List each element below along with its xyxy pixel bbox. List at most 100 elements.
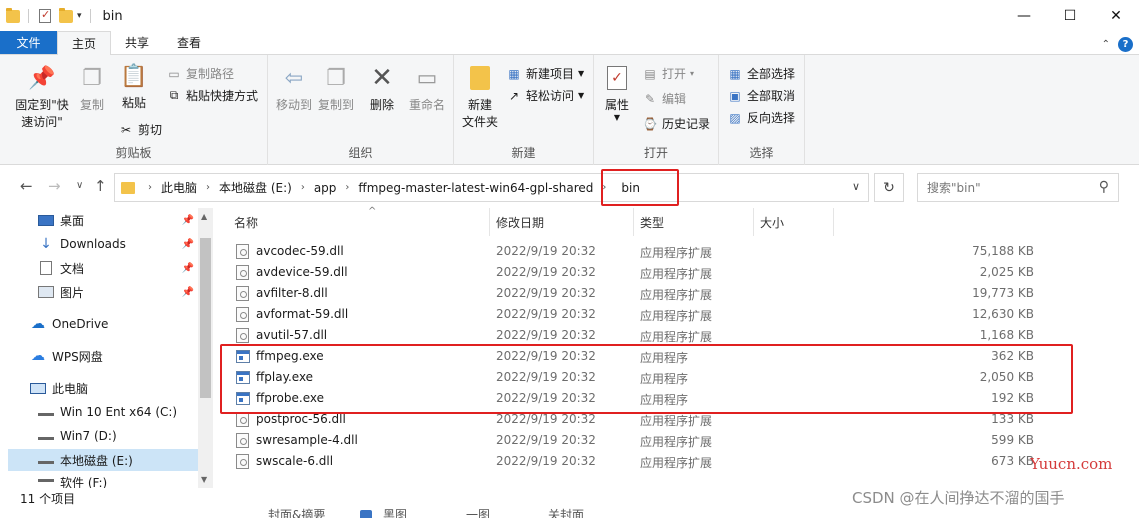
nav-item-drive-d[interactable]: Win7 (D:) xyxy=(0,425,198,447)
up-arrow-icon[interactable]: ↑ xyxy=(94,177,107,195)
open-label: 打开 xyxy=(662,67,687,81)
scroll-down-icon[interactable]: ▼ xyxy=(201,475,207,484)
copy-button[interactable]: ❐ 复制 xyxy=(76,63,108,114)
column-header-date[interactable]: 修改日期 xyxy=(490,208,634,236)
delete-label: 删除 xyxy=(369,98,394,112)
chevron-down-icon[interactable]: ▾ xyxy=(77,11,82,21)
properties-icon[interactable] xyxy=(39,8,51,23)
file-date: 2022/9/19 20:32 xyxy=(496,265,596,279)
cut-button[interactable]: ✂ 剪切 xyxy=(118,121,162,138)
forward-arrow-icon[interactable]: → xyxy=(48,177,61,195)
nav-item-label: 文档 xyxy=(60,261,85,276)
nav-item-desktop[interactable]: 桌面 📌 xyxy=(0,209,198,231)
tab-file[interactable]: 文件 xyxy=(0,31,57,54)
open-group-label: 打开 xyxy=(643,146,668,160)
file-name: avutil-57.dll xyxy=(256,328,328,342)
file-row[interactable]: avdevice-59.dll 2022/9/19 20:32 应用程序扩展 2,02… xyxy=(234,262,1074,283)
file-row[interactable]: swscale-6.dll 2022/9/19 20:32 应用程序扩展 673 KB xyxy=(234,451,1074,472)
minimize-button[interactable]: — xyxy=(1001,0,1047,32)
nav-item-downloads[interactable]: ↓ Downloads 📌 xyxy=(0,233,198,255)
select-none-button[interactable]: ▣ 全部取消 xyxy=(727,87,795,104)
file-date: 2022/9/19 20:32 xyxy=(496,412,596,426)
maximize-button[interactable]: ☐ xyxy=(1047,0,1093,32)
search-input[interactable]: 搜索"bin" ⚲ xyxy=(917,173,1119,202)
select-group-label: 选择 xyxy=(749,146,774,160)
new-folder-button[interactable]: 新建 文件夹 xyxy=(460,63,500,131)
nav-item-label: WPS网盘 xyxy=(52,349,103,364)
nav-item-label: Downloads xyxy=(60,237,126,251)
open-button[interactable]: ▤ 打开 ▾ xyxy=(642,65,694,82)
file-size: 75,188 KB xyxy=(972,244,1034,258)
tab-home[interactable]: 主页 xyxy=(57,31,112,55)
nav-scrollbar[interactable]: ▲ ▼ xyxy=(198,208,213,488)
tab-view[interactable]: 查看 xyxy=(163,31,215,54)
pin-quick-access-button[interactable]: 📌 固定到"快速访问" xyxy=(12,63,72,131)
chevron-down-icon: ▾ xyxy=(690,69,695,78)
nav-item-drive-c[interactable]: Win 10 Ent x64 (C:) xyxy=(0,401,198,423)
cloud-icon: ☁ xyxy=(31,316,45,332)
close-button[interactable]: ✕ xyxy=(1093,0,1139,32)
file-type: 应用程序扩展 xyxy=(640,288,713,302)
breadcrumb-ffmpeg[interactable]: ffmpeg-master-latest-win64-gpl-shared xyxy=(354,181,597,195)
back-arrow-icon[interactable]: ← xyxy=(20,177,33,195)
breadcrumb-this-pc[interactable]: 此电脑 xyxy=(157,179,201,196)
paste-shortcut-button[interactable]: ⧉ 粘贴快捷方式 xyxy=(166,87,258,104)
scroll-up-icon[interactable]: ▲ xyxy=(201,212,207,221)
refresh-button[interactable]: ↻ xyxy=(874,173,904,202)
file-name: avdevice-59.dll xyxy=(256,265,348,279)
column-header-type[interactable]: 类型 xyxy=(634,208,754,236)
nav-item-drive-e[interactable]: 本地磁盘 (E:) xyxy=(8,449,198,471)
file-row[interactable]: avcodec-59.dll 2022/9/19 20:32 应用程序扩展 75,18… xyxy=(234,241,1074,262)
tab-share[interactable]: 共享 xyxy=(111,31,163,54)
window-title: bin xyxy=(102,8,123,24)
breadcrumb-app[interactable]: app xyxy=(310,181,341,195)
file-row[interactable]: avutil-57.dll 2022/9/19 20:32 应用程序扩展 1,168 … xyxy=(234,325,1074,346)
file-row[interactable]: avformat-59.dll 2022/9/19 20:32 应用程序扩展 12,6… xyxy=(234,304,1074,325)
invert-selection-button[interactable]: ▨ 反向选择 xyxy=(727,109,795,126)
chevron-up-icon[interactable]: ⌃ xyxy=(1102,39,1110,50)
nav-item-label: 此电脑 xyxy=(52,381,89,396)
file-date: 2022/9/19 20:32 xyxy=(496,307,596,321)
help-icon[interactable]: ? xyxy=(1118,37,1133,52)
recent-chevron-icon[interactable]: ∨ xyxy=(76,180,83,191)
easy-access-button[interactable]: ↗ 轻松访问 ▼ xyxy=(506,87,584,104)
copy-icon: ❐ xyxy=(82,65,102,91)
copy-to-button[interactable]: ❐ 复制到 xyxy=(316,63,356,114)
new-item-button[interactable]: ▦ 新建项目 ▼ xyxy=(506,65,584,82)
strip-text: 封面&摘要 xyxy=(268,508,326,518)
move-to-button[interactable]: ⇦ 移动到 xyxy=(274,63,314,114)
new-item-label: 新建项目 xyxy=(526,67,575,81)
scroll-thumb[interactable] xyxy=(200,238,211,398)
edit-button[interactable]: ✎ 编辑 xyxy=(642,90,686,107)
file-type: 应用程序扩展 xyxy=(640,330,713,344)
nav-item-wps[interactable]: ☁ WPS网盘 xyxy=(0,345,198,367)
copy-path-button[interactable]: ▭ 复制路径 xyxy=(166,65,234,82)
clipboard-icon: 📋 xyxy=(120,63,148,89)
navigation-pane: 桌面 📌 ↓ Downloads 📌 文档 📌 图片 📌 ☁ OneDrive … xyxy=(0,208,213,488)
nav-item-this-pc[interactable]: 此电脑 xyxy=(0,377,198,399)
paste-button[interactable]: 📋 粘贴 xyxy=(118,61,150,112)
nav-item-onedrive[interactable]: ☁ OneDrive xyxy=(0,313,198,335)
nav-item-pictures[interactable]: 图片 📌 xyxy=(0,281,198,303)
rename-button[interactable]: ▭ 重命名 xyxy=(406,63,448,114)
delete-icon: ✕ xyxy=(371,62,393,93)
address-bar[interactable]: › 此电脑 › 本地磁盘 (E:) › app › ffmpeg-master-… xyxy=(114,173,869,202)
search-placeholder: 搜索"bin" xyxy=(927,181,981,195)
file-row[interactable]: swresample-4.dll 2022/9/19 20:32 应用程序扩展 599… xyxy=(234,430,1074,451)
nav-item-drive-f[interactable]: 软件 (F:) xyxy=(0,474,198,488)
pin-icon: 📌 xyxy=(181,286,194,298)
select-all-button[interactable]: ▦ 全部选择 xyxy=(727,65,795,82)
file-row[interactable]: avfilter-8.dll 2022/9/19 20:32 应用程序扩展 19,77… xyxy=(234,283,1074,304)
nav-item-documents[interactable]: 文档 📌 xyxy=(0,257,198,279)
delete-button[interactable]: ✕ 删除 xyxy=(366,63,398,114)
nav-item-label: 软件 (F:) xyxy=(60,476,108,488)
column-header-size[interactable]: 大小 xyxy=(754,208,834,236)
chevron-down-icon[interactable]: ∨ xyxy=(852,180,860,193)
properties-button[interactable]: ✓ 属性 ▼ xyxy=(602,63,632,122)
history-button[interactable]: ⌚ 历史记录 xyxy=(642,115,711,132)
select-all-icon: ▦ xyxy=(729,66,741,81)
new-folder-icon[interactable] xyxy=(59,7,73,23)
breadcrumb-drive-e[interactable]: 本地磁盘 (E:) xyxy=(215,179,296,196)
file-name: avfilter-8.dll xyxy=(256,286,328,300)
column-header-name[interactable]: 名称 ^ xyxy=(228,206,490,236)
